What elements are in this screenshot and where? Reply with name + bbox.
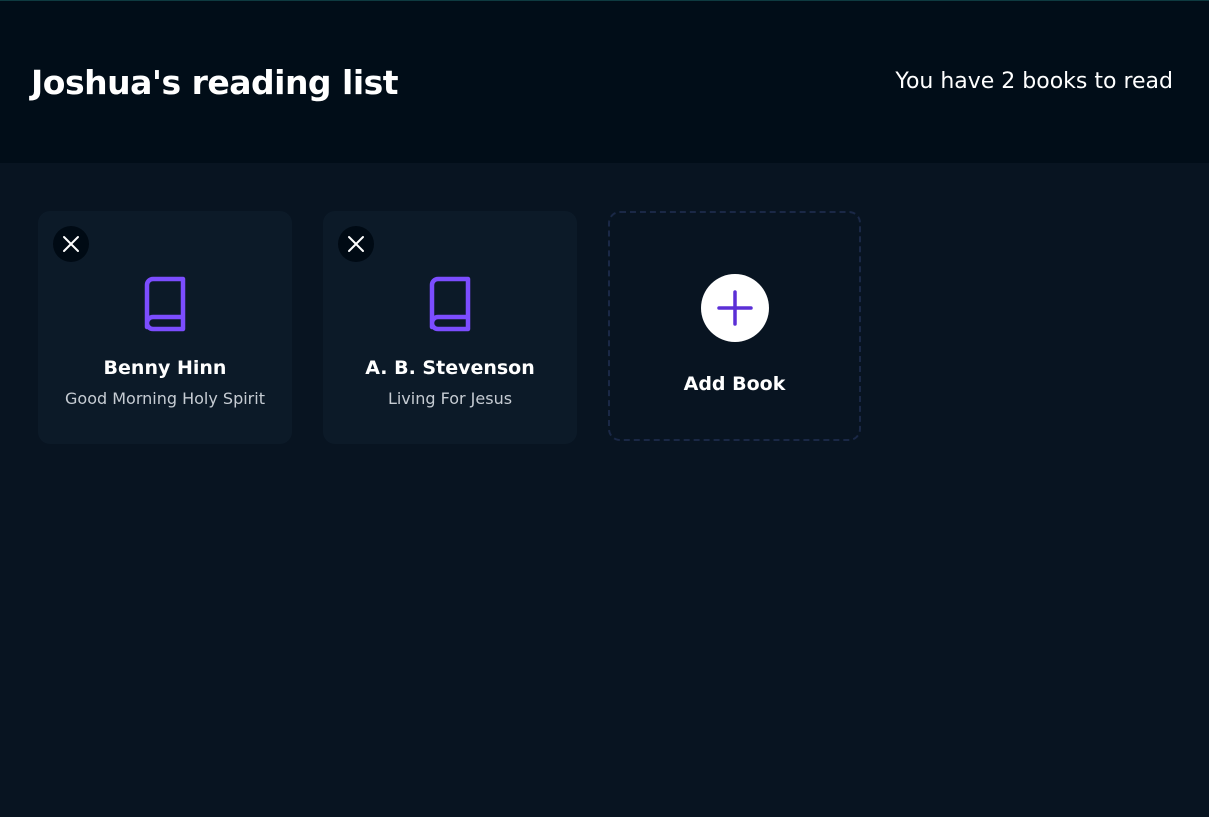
book-icon (429, 276, 471, 332)
close-icon (63, 236, 79, 252)
plus-icon (717, 290, 753, 326)
book-icon (144, 276, 186, 332)
book-title: Living For Jesus (387, 389, 513, 408)
book-author: Benny Hinn (103, 357, 227, 379)
remove-book-button[interactable] (53, 226, 89, 262)
book-author: A. B. Stevenson (365, 357, 535, 379)
close-icon (348, 236, 364, 252)
page-title: Joshua's reading list (31, 63, 399, 102)
book-card: A. B. Stevenson Living For Jesus (323, 211, 577, 444)
add-book-button[interactable]: Add Book (608, 211, 861, 441)
book-card: Benny Hinn Good Morning Holy Spirit (38, 211, 292, 444)
add-book-label: Add Book (683, 373, 786, 395)
add-circle[interactable] (701, 274, 769, 342)
page-header: Joshua's reading list You have 2 books t… (0, 1, 1209, 163)
book-title: Good Morning Holy Spirit (65, 389, 265, 408)
remove-book-button[interactable] (338, 226, 374, 262)
books-count-text: You have 2 books to read (895, 69, 1173, 94)
